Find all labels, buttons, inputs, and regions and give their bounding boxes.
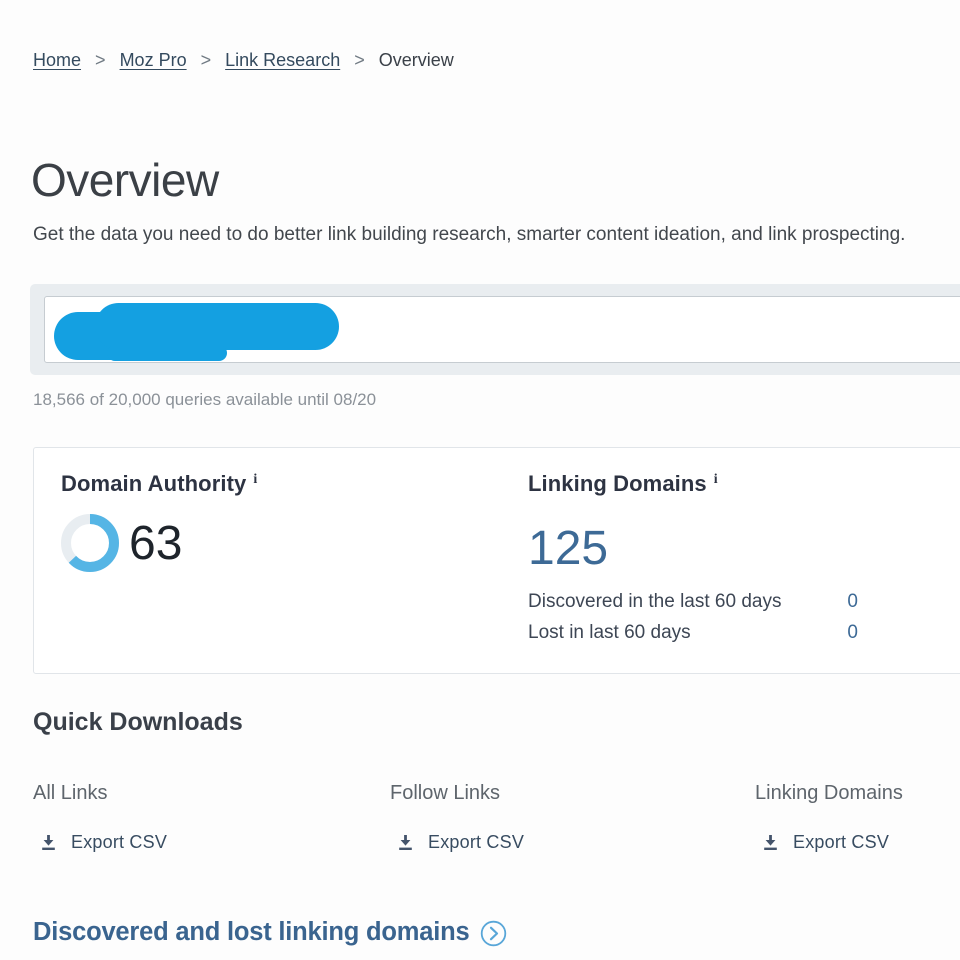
download-icon (397, 834, 414, 852)
breadcrumb-current: Overview (379, 50, 454, 70)
linking-domains-heading: Linking Domains i (528, 471, 858, 497)
page-title: Overview (31, 153, 219, 207)
linking-domains-col-label: Linking Domains (755, 782, 903, 805)
domain-authority-label: Domain Authority (61, 471, 246, 496)
export-csv-label: Export CSV (793, 832, 889, 853)
quick-download-all-links: All Links Export CSV (33, 782, 167, 853)
redacted-query-scribble (95, 303, 339, 350)
breadcrumb-link-research[interactable]: Link Research (225, 50, 340, 70)
quick-download-linking-domains: Linking Domains Export CSV (755, 782, 903, 853)
export-csv-follow-links-button[interactable]: Export CSV (397, 832, 524, 853)
quick-downloads-title: Quick Downloads (33, 708, 243, 737)
discovered-60-days-value: 0 (847, 586, 858, 617)
page-subtitle: Get the data you need to do better link … (33, 224, 905, 246)
linking-domains-rows: Discovered in the last 60 days 0 Lost in… (528, 586, 858, 648)
linking-domains-label: Linking Domains (528, 471, 707, 496)
linking-domains-value: 125 (528, 521, 858, 576)
list-item: Lost in last 60 days 0 (528, 617, 858, 648)
search-input[interactable] (44, 296, 960, 363)
download-icon (762, 834, 779, 852)
discovered-lost-title: Discovered and lost linking domains (33, 918, 470, 947)
discovered-lost-section-heading[interactable]: Discovered and lost linking domains (33, 918, 507, 947)
export-csv-all-links-button[interactable]: Export CSV (40, 832, 167, 853)
export-csv-linking-domains-button[interactable]: Export CSV (762, 832, 903, 853)
discovered-60-days-label: Discovered in the last 60 days (528, 586, 781, 617)
breadcrumb: Home > Moz Pro > Link Research > Overvie… (33, 50, 454, 71)
info-icon[interactable]: i (253, 472, 257, 487)
domain-authority-block: Domain Authority i 63 (61, 471, 257, 573)
export-csv-label: Export CSV (428, 832, 524, 853)
queries-available-note: 18,566 of 20,000 queries available until… (33, 390, 376, 410)
all-links-label: All Links (33, 782, 167, 805)
domain-authority-heading: Domain Authority i (61, 471, 257, 497)
breadcrumb-separator: > (201, 50, 212, 70)
list-item: Discovered in the last 60 days 0 (528, 586, 858, 617)
domain-authority-value: 63 (129, 516, 182, 571)
chevron-right-circle-icon[interactable] (480, 920, 507, 947)
follow-links-label: Follow Links (390, 782, 524, 805)
export-csv-label: Export CSV (71, 832, 167, 853)
breadcrumb-moz-pro[interactable]: Moz Pro (120, 50, 187, 70)
lost-60-days-label: Lost in last 60 days (528, 617, 691, 648)
breadcrumb-home[interactable]: Home (33, 50, 81, 70)
quick-download-follow-links: Follow Links Export CSV (390, 782, 524, 853)
info-icon[interactable]: i (714, 472, 718, 487)
download-icon (40, 834, 57, 852)
search-panel (30, 284, 960, 375)
breadcrumb-separator: > (354, 50, 365, 70)
redacted-query-scribble (107, 345, 227, 361)
breadcrumb-separator: > (95, 50, 106, 70)
lost-60-days-value: 0 (847, 617, 858, 648)
linking-domains-block: Linking Domains i 125 Discovered in the l… (528, 471, 858, 648)
domain-authority-gauge (60, 513, 120, 573)
metrics-card: Domain Authority i 63 Linking Domains i 12… (33, 447, 960, 674)
